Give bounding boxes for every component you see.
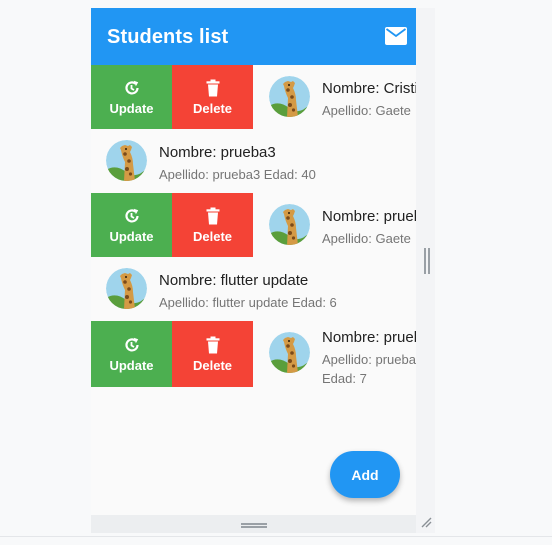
trash-icon [206, 336, 219, 354]
student-row[interactable]: Nombre: flutter update Apellido: flutter… [91, 257, 416, 321]
mail-icon[interactable] [385, 27, 407, 45]
student-row[interactable]: Update Delete Nombre: prueba Apellido: G… [91, 193, 416, 257]
add-button[interactable]: Add [330, 451, 400, 498]
delete-button[interactable]: Delete [172, 321, 253, 387]
student-row[interactable]: Nombre: prueba3 Apellido: prueba3 Edad: … [91, 129, 416, 193]
delete-button[interactable]: Delete [172, 193, 253, 257]
student-name: Nombre: prueba [322, 208, 416, 225]
corner-resize-icon[interactable] [420, 516, 432, 528]
student-avatar [269, 204, 310, 245]
refresh-icon [124, 208, 139, 223]
student-name: Nombre: prueba3 [159, 144, 276, 161]
student-content[interactable]: Nombre: prueba Apellido: prueba Edad: 7 [253, 321, 416, 387]
refresh-icon [124, 80, 139, 95]
app-title: Students list [107, 26, 229, 48]
delete-label: Delete [192, 358, 233, 373]
update-label: Update [109, 358, 154, 373]
student-content[interactable]: Nombre: prueba3 Apellido: prueba3 Edad: … [91, 129, 416, 193]
delete-label: Delete [192, 229, 233, 244]
student-avatar [269, 332, 310, 373]
student-content[interactable]: Nombre: flutter update Apellido: flutter… [91, 257, 416, 321]
student-detail: Apellido: flutter update Edad: 6 [159, 295, 337, 310]
update-label: Update [109, 101, 154, 116]
student-content[interactable]: Nombre: Cristian Apellido: Gaete [253, 65, 416, 129]
student-avatar [106, 140, 147, 181]
student-name: Nombre: Cristian [322, 80, 416, 97]
delete-label: Delete [192, 101, 233, 116]
device-frame: Students list Update Delete Nombre: Cris… [91, 8, 435, 533]
update-button[interactable]: Update [91, 321, 172, 387]
student-detail: Apellido: Gaete [322, 103, 411, 118]
student-row[interactable]: Update Delete Nombre: Cristian Apellido:… [91, 65, 416, 129]
delete-button[interactable]: Delete [172, 65, 253, 129]
student-detail: Apellido: prueba3 Edad: 40 [159, 167, 316, 182]
student-avatar [106, 268, 147, 309]
trash-icon [206, 79, 219, 97]
student-detail: Apellido: Gaete [322, 231, 411, 246]
student-detail: Apellido: prueba Edad: 7 [322, 352, 416, 386]
update-label: Update [109, 229, 154, 244]
vertical-resize-handle[interactable] [424, 248, 430, 274]
update-button[interactable]: Update [91, 65, 172, 129]
horizontal-resize-handle[interactable] [241, 523, 267, 528]
page-divider [0, 536, 552, 537]
student-name: Nombre: prueba [322, 329, 416, 346]
app-bar: Students list [91, 8, 416, 65]
student-avatar [269, 76, 310, 117]
app-screen: Students list Update Delete Nombre: Cris… [91, 8, 416, 515]
student-row[interactable]: Update Delete Nombre: prueba Apellido: p… [91, 321, 416, 387]
refresh-icon [124, 337, 139, 352]
student-content[interactable]: Nombre: prueba Apellido: Gaete [253, 193, 416, 257]
trash-icon [206, 207, 219, 225]
update-button[interactable]: Update [91, 193, 172, 257]
student-name: Nombre: flutter update [159, 272, 309, 289]
